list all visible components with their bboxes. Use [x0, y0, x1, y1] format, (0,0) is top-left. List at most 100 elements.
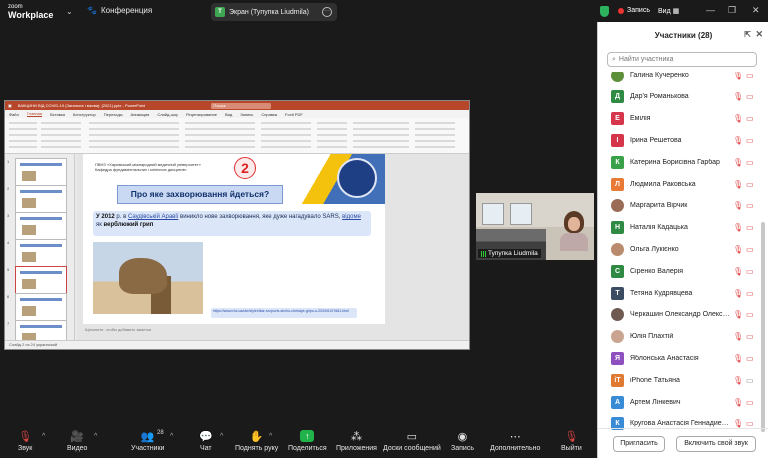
participants-header: Участники (28) ⇱ ✕	[598, 22, 768, 48]
ppt-tab[interactable]: Запись	[240, 112, 253, 117]
more-icon: ⋯	[509, 430, 521, 443]
unmute-self-button[interactable]: Включить свой звук	[676, 436, 756, 452]
participant-search[interactable]: ⌕ Найти участника	[607, 52, 757, 67]
participant-avatar: Л	[611, 177, 624, 191]
participant-avatar	[611, 242, 624, 256]
video-off-icon: ▭	[746, 92, 754, 102]
slide-thumbnail[interactable]: 3	[7, 212, 67, 240]
participant-row[interactable]: Н Наталія Кадацька 🎙 ▭	[598, 217, 760, 239]
chat-button[interactable]: 💬 Чат	[199, 428, 213, 453]
conference-menu[interactable]: 🐾 Конференция	[87, 6, 152, 15]
ppt-tab[interactable]: Foxit PDF	[285, 112, 303, 117]
apps-icon: ⁂	[350, 430, 362, 443]
participant-row[interactable]: Галина Кучеренко 🎙 ▭	[598, 72, 760, 86]
minimize-icon[interactable]: —	[706, 5, 715, 15]
chat-options-caret-icon[interactable]: ^	[220, 433, 223, 440]
slide-thumbnail-number: 7	[7, 321, 10, 326]
participant-row[interactable]: Е Емілія 🎙 ▭	[598, 108, 760, 130]
participant-name: Кругова Анастасія Геннадиевна	[630, 420, 732, 428]
mic-muted-icon: 🎙	[733, 157, 744, 167]
whiteboards-button[interactable]: ▭ Доски сообщений	[383, 428, 441, 453]
ppt-tab[interactable]: Переходы	[104, 112, 123, 117]
view-label: Вид	[658, 8, 671, 15]
participant-row[interactable]: А Артем Лінкевич 🎙 ▭	[598, 391, 760, 413]
security-shield-icon[interactable]	[600, 6, 609, 17]
close-icon[interactable]: ✕	[755, 29, 763, 40]
ppt-tab[interactable]: Файл	[9, 112, 19, 117]
participant-row[interactable]: К Катерина Борисівна Гарбар 🎙 ▭	[598, 151, 760, 173]
view-menu[interactable]: Вид ▦	[658, 7, 679, 15]
participant-avatar: iT	[611, 373, 624, 387]
ppt-save-icon: ▣	[8, 103, 12, 108]
slide-thumbnail[interactable]: 2	[7, 185, 67, 213]
slide-thumbnail[interactable]: 5	[7, 266, 67, 294]
more-button[interactable]: ⋯ Дополнительно	[490, 428, 540, 453]
video-options-caret-icon[interactable]: ^	[94, 433, 97, 440]
mic-muted-icon: 🎙	[733, 244, 744, 254]
audio-options-caret-icon[interactable]: ^	[42, 433, 45, 440]
participants-options-caret-icon[interactable]: ^	[170, 433, 173, 440]
participant-row[interactable]: Д Дар'я Романькова 🎙 ▭	[598, 86, 760, 108]
meeting-toolbar: 🎙 Звук ^ 🎥 Видео ^ 👥 Участники 28 ^ 💬 Ча…	[0, 426, 597, 458]
recording-indicator[interactable]: Запись	[618, 7, 650, 14]
participant-avatar: А	[611, 395, 624, 409]
search-icon: ⌕	[612, 55, 616, 63]
close-window-icon[interactable]: ✕	[752, 5, 760, 16]
ppt-tab[interactable]: Вид	[225, 112, 232, 117]
invite-button[interactable]: Пригласить	[613, 436, 665, 452]
slide-source-link[interactable]: https://www.rbc.ua/ukr/styler/lkar-rozpo…	[211, 308, 357, 318]
participant-row[interactable]: Юлія Плахтій 🎙 ▭	[598, 326, 760, 348]
ppt-tab[interactable]: Слайд-шоу	[157, 112, 178, 117]
mic-muted-icon: 🎙	[733, 353, 744, 363]
mic-muted-icon: 🎙	[733, 179, 744, 189]
share-arrow-icon: ↑	[300, 430, 315, 442]
participant-row[interactable]: Я Яблонська Анастасія 🎙 ▭	[598, 347, 760, 369]
apps-button[interactable]: ⁂ Приложения	[336, 428, 377, 453]
text-mid: р. в	[116, 214, 128, 220]
video-off-icon: 🎥	[70, 430, 85, 443]
ppt-tab[interactable]: Справка	[261, 112, 277, 117]
reactions-caret-icon[interactable]: ^	[269, 433, 272, 440]
university-emblem	[337, 158, 377, 198]
maximize-icon[interactable]: ❐	[728, 5, 736, 16]
ppt-search: Пошук	[211, 102, 272, 109]
participant-row[interactable]: Т Тетяна Кудрявцева 🎙 ▭	[598, 282, 760, 304]
pop-out-icon[interactable]: ⇱	[744, 30, 751, 39]
mic-muted-icon: 🎙	[733, 310, 744, 320]
slide-thumbnail[interactable]: 6	[7, 293, 67, 321]
slide-editor: ПВНЗ «Харківський міжнародний медичний у…	[77, 154, 469, 342]
participant-scrollbar[interactable]	[761, 222, 765, 432]
leave-button[interactable]: 🎙 Выйти	[561, 428, 582, 453]
participant-row[interactable]: С Сіренко Валерія 🎙 ▭	[598, 260, 760, 282]
ppt-tab[interactable]: Анимация	[131, 112, 150, 117]
raise-hand-button[interactable]: ✋ Поднять руку	[235, 428, 278, 453]
participant-row[interactable]: Л Людмила Раковська 🎙 ▭	[598, 173, 760, 195]
chevron-down-icon[interactable]: ⌄	[66, 7, 73, 16]
video-off-icon: ▭	[746, 419, 754, 429]
ppt-tab[interactable]: Рецензирование	[186, 112, 217, 117]
text-known: відоме	[342, 214, 361, 220]
slide-thumbnail[interactable]: 4	[7, 239, 67, 267]
share-button[interactable]: ↑ Поделиться	[288, 428, 327, 452]
participant-row[interactable]: Маргарита Вірчик 🎙 ▭	[598, 195, 760, 217]
ppt-tab[interactable]: Главная	[26, 111, 43, 117]
participant-row[interactable]: Ольга Лукієнко 🎙 ▭	[598, 238, 760, 260]
participant-row[interactable]: І Ірина Решетова 🎙 ▭	[598, 129, 760, 151]
participant-row[interactable]: Черкашин Олександр Олекса... 🎙 ▭	[598, 304, 760, 326]
ppt-tabs: Файл Главная Вставка Конструктор Переходы Ани…	[5, 110, 469, 118]
ppt-tab[interactable]: Вставка	[50, 112, 65, 117]
participant-row[interactable]: iT iPhone Татьяна 🎙 ▭	[598, 369, 760, 391]
ppt-tab[interactable]: Конструктор	[73, 112, 96, 117]
participant-video-tile[interactable]: Тупупка Liudmila	[476, 193, 594, 260]
participant-avatar	[611, 308, 624, 322]
mute-button[interactable]: 🎙 Звук	[18, 428, 32, 453]
slide-thumbnail-number: 6	[7, 294, 10, 299]
record-button[interactable]: ◉ Запись	[451, 428, 474, 453]
screen-share-pill[interactable]: Т Экран (Тупупка Liudmila) ···	[211, 3, 337, 21]
current-slide: ПВНЗ «Харківський міжнародний медичний у…	[83, 154, 385, 324]
video-button[interactable]: 🎥 Видео	[67, 428, 87, 453]
slide-thumbnail[interactable]: 1	[7, 158, 67, 186]
more-options-icon[interactable]: ···	[322, 7, 332, 17]
notes-placeholder[interactable]: Щелкните, чтобы добавить заметки	[85, 327, 151, 332]
screen-share-avatar: Т	[215, 7, 225, 17]
